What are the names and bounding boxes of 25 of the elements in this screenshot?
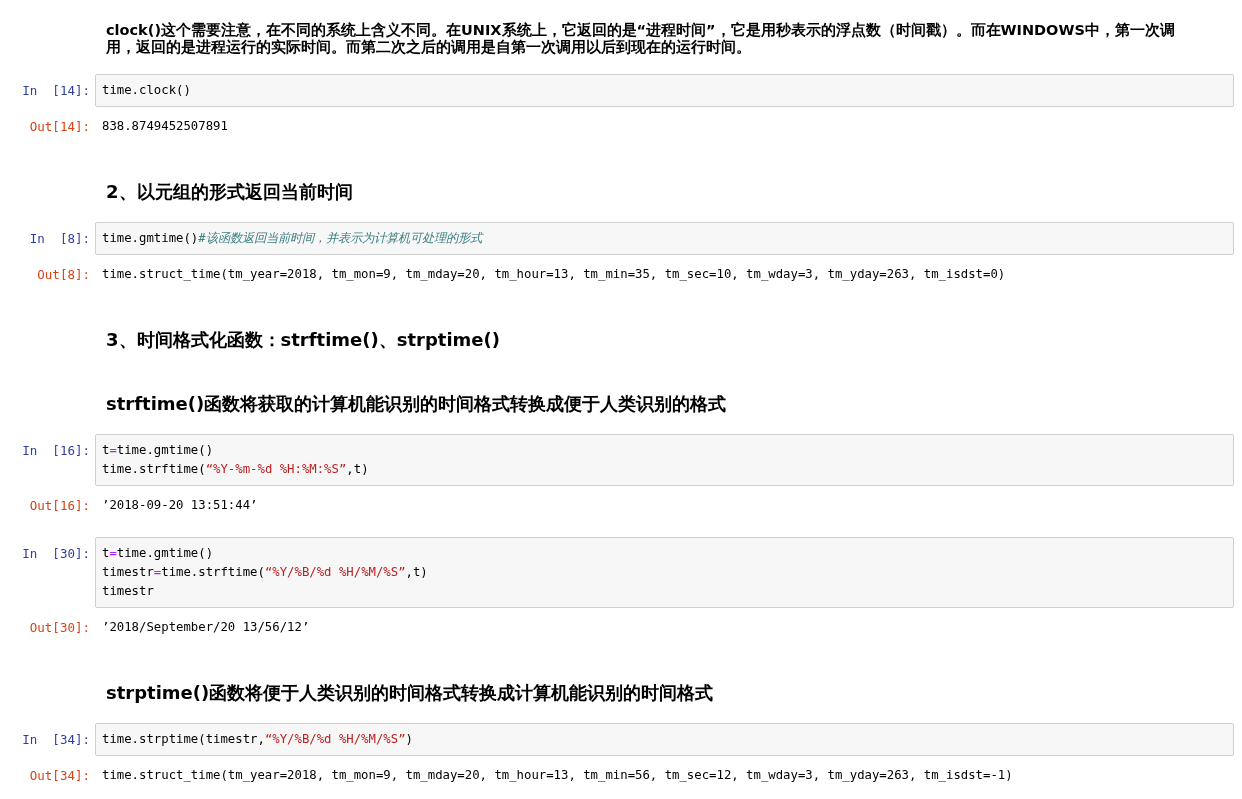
code-cell[interactable]: t=time.gmtime() time.strftime(“%Y-%m-%d %H:%M:%S”,t) [95,434,1234,486]
input-prompt: In [8]: [28,230,91,248]
paragraph: clock()这个需要注意，在不同的系统上含义不同。在UNIX系统上，它返回的是“进程时间”，它是用秒表示的浮点数（时间戳）。而在WINDOWS中，第一次调用，返回的是进程运行的实际时间。而第二次之后的调用是自第一次调用以后到现在的运行时间。 [106,22,1176,56]
section-heading: 2、以元组的形式返回当前时间 [106,180,354,204]
output-text: ’2018-09-20 13:51:44’ [101,497,258,514]
input-prompt: In [14]: [21,82,91,100]
input-prompt: In [30]: [21,545,91,563]
code-cell[interactable]: t=time.gmtime() timestr=time.strftime(“%Y/%B/%d %H/%M/%S”,t) timestr [95,537,1234,608]
section-heading: strptime()函数将便于人类识别的时间格式转换成计算机能识别的时间格式 [106,681,715,705]
output-prompt: Out[34]: [28,767,91,785]
output-prompt: Out[30]: [28,619,91,637]
output-prompt: Out[14]: [28,118,91,136]
input-prompt: In [34]: [21,731,91,749]
code-cell[interactable]: time.clock() [95,74,1234,107]
section-heading: strftime()函数将获取的计算机能识别的时间格式转换成便于人类识别的格式 [106,392,728,416]
section-heading: 3、时间格式化函数：strftime()、strptime() [106,328,501,352]
output-prompt: Out[16]: [28,497,91,515]
output-text: ’2018/September/20 13/56/12’ [101,619,310,636]
code-cell[interactable]: time.gmtime()#该函数返回当前时间，并表示为计算机可处理的形式 [95,222,1234,255]
code-cell[interactable]: time.strptime(timestr,“%Y/%B/%d %H/%M/%S”) [95,723,1234,756]
output-text: time.struct_time(tm_year=2018, tm_mon=9, tm_mday=20, tm_hour=13, tm_min=56, tm_sec=12, tm_wday=3, tm_yday=263, tm_isdst=-1) [101,767,1013,784]
output-text: 838.8749452507891 [101,118,228,135]
input-prompt: In [16]: [21,442,91,460]
output-text: time.struct_time(tm_year=2018, tm_mon=9, tm_mday=20, tm_hour=13, tm_min=35, tm_sec=10, tm_wday=3, tm_yday=263, tm_isdst=0) [101,266,1006,283]
output-prompt: Out[8]: [36,266,91,284]
